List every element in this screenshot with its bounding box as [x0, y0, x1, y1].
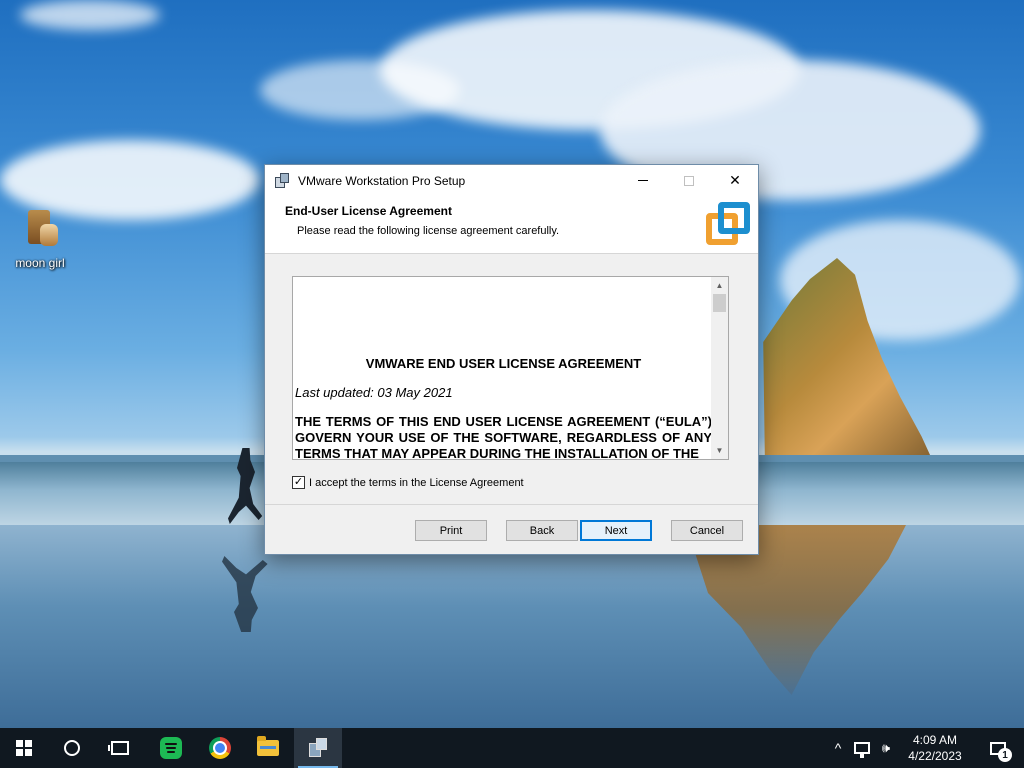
cancel-button[interactable]: Cancel	[671, 520, 743, 541]
taskbar-file-explorer[interactable]	[244, 728, 292, 768]
dialog-header: End-User License Agreement Please read t…	[265, 196, 758, 254]
maximize-button[interactable]	[666, 165, 712, 196]
volume-button[interactable]: 🕪	[874, 728, 898, 768]
page-title: End-User License Agreement	[285, 204, 452, 218]
license-scrollbar[interactable]: ▲ ▼	[711, 277, 728, 459]
task-view-button[interactable]	[96, 728, 144, 768]
file-explorer-icon	[257, 736, 279, 756]
show-hidden-icons-button[interactable]: ^	[826, 728, 850, 768]
close-icon: ✕	[729, 172, 741, 188]
green-app-icon	[160, 737, 182, 759]
taskbar-green-app[interactable]	[147, 728, 195, 768]
clock[interactable]: 4:09 AM 4/22/2023	[900, 728, 970, 768]
page-subtitle: Please read the following license agreem…	[297, 225, 560, 237]
minimize-icon	[638, 180, 648, 181]
window-title: VMware Workstation Pro Setup	[298, 173, 466, 188]
back-button[interactable]: Back	[506, 520, 578, 541]
taskbar: ^ 🕪 4:09 AM 4/22/2023 1	[0, 728, 1024, 768]
start-button[interactable]	[0, 728, 48, 768]
scroll-down-icon[interactable]: ▼	[711, 442, 728, 459]
minimize-button[interactable]	[620, 165, 666, 196]
search-button[interactable]	[48, 728, 96, 768]
license-updated-date: Last updated: 03 May 2021	[295, 385, 453, 400]
volume-icon: 🕪	[881, 740, 891, 755]
close-button[interactable]: ✕	[712, 165, 758, 196]
license-text: VMWARE END USER LICENSE AGREEMENT Last u…	[295, 277, 712, 460]
license-text-box[interactable]: VMWARE END USER LICENSE AGREEMENT Last u…	[292, 276, 729, 460]
vmware-setup-icon	[274, 172, 290, 189]
scroll-thumb[interactable]	[713, 294, 726, 312]
network-icon	[854, 742, 870, 758]
scroll-up-icon[interactable]: ▲	[711, 277, 728, 294]
setup-window: VMware Workstation Pro Setup ✕ End-User …	[264, 164, 759, 555]
title-bar[interactable]: VMware Workstation Pro Setup ✕	[265, 165, 758, 196]
taskbar-chrome[interactable]	[196, 728, 244, 768]
desktop-icon-moon-girl[interactable]: moon girl	[8, 206, 72, 276]
print-button[interactable]: Print	[415, 520, 487, 541]
dialog-content: VMWARE END USER LICENSE AGREEMENT Last u…	[265, 254, 758, 554]
search-icon	[64, 740, 80, 756]
license-heading: VMWARE END USER LICENSE AGREEMENT	[365, 356, 642, 371]
chrome-icon	[209, 737, 231, 759]
divider	[265, 504, 758, 505]
clock-date: 4/22/2023	[908, 749, 962, 763]
windows-start-icon	[16, 740, 32, 756]
next-button[interactable]: Next	[580, 520, 652, 541]
accept-terms-checkbox[interactable]: ✓	[292, 476, 305, 489]
accept-terms-row[interactable]: ✓ I accept the terms in the License Agre…	[292, 476, 524, 489]
taskbar-vmware-setup[interactable]	[294, 728, 342, 768]
maximize-icon	[684, 175, 694, 186]
license-terms-paragraph: THE TERMS OF THIS END USER LICENSE AGREE…	[295, 414, 712, 460]
cloud	[260, 60, 460, 120]
moon-girl-icon	[22, 206, 58, 248]
cloud	[20, 0, 160, 30]
chevron-up-icon: ^	[834, 740, 842, 756]
vmware-setup-icon	[307, 737, 329, 759]
notification-count-badge: 1	[998, 748, 1012, 762]
clock-time: 4:09 AM	[912, 733, 958, 747]
action-center-button[interactable]: 1	[978, 728, 1018, 768]
accept-terms-label[interactable]: I accept the terms in the License Agreem…	[309, 477, 524, 489]
checkmark-icon: ✓	[293, 476, 304, 488]
desktop-icon-label: moon girl	[15, 256, 65, 270]
vmware-logo-icon	[704, 201, 752, 249]
task-view-icon	[108, 741, 129, 755]
network-button[interactable]	[850, 728, 874, 768]
